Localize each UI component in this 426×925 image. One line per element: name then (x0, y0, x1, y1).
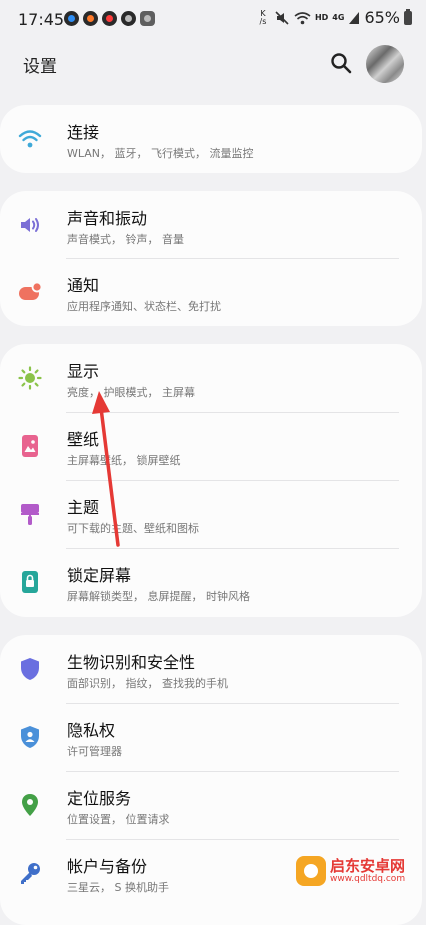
item-subtitle: WLAN， 蓝牙， 飞行模式， 流量监控 (67, 147, 254, 160)
app-notification-icon (140, 11, 155, 26)
app-notification-icon (102, 11, 117, 26)
shield-icon (21, 658, 39, 680)
status-indicators: K/s HD 4G 65% (256, 8, 412, 27)
settings-group-connections: 连接 WLAN， 蓝牙， 飞行模式， 流量监控 (0, 105, 422, 173)
item-subtitle: 许可管理器 (67, 745, 122, 758)
wallpaper-icon (22, 435, 38, 457)
item-subtitle: 应用程序通知、状态栏、免打扰 (67, 300, 221, 313)
item-subtitle: 三星云， S 换机助手 (67, 881, 169, 894)
hd-indicator: HD (314, 13, 329, 22)
battery-percent: 65% (364, 8, 400, 27)
item-title: 定位服务 (67, 789, 132, 808)
item-title: 连接 (67, 123, 100, 142)
app-notification-icon (64, 11, 79, 26)
item-title: 生物识别和安全性 (67, 653, 196, 672)
item-subtitle: 声音模式， 铃声， 音量 (67, 233, 184, 246)
item-title: 隐私权 (67, 721, 116, 740)
settings-item-lock-screen[interactable]: 锁定屏幕 屏幕解锁类型， 息屏提醒， 时钟风格 (0, 548, 422, 616)
item-subtitle: 可下载的主题、壁纸和图标 (67, 522, 199, 535)
item-subtitle: 面部识别， 指纹， 查找我的手机 (67, 677, 228, 690)
watermark-logo-icon (296, 856, 326, 886)
network-speed: K/s (259, 8, 267, 26)
item-title: 声音和振动 (67, 209, 148, 228)
settings-item-biometrics[interactable]: 生物识别和安全性 面部识别， 指纹， 查找我的手机 (0, 635, 422, 703)
item-title: 显示 (67, 362, 100, 381)
notification-icons (64, 11, 155, 26)
key-icon (21, 863, 40, 884)
item-title: 壁纸 (67, 430, 100, 449)
item-title: 通知 (67, 276, 100, 295)
settings-group-sound: 声音和振动 声音模式， 铃声， 音量 通知 应用程序通知、状态栏、免打扰 (0, 191, 422, 326)
settings-item-sound[interactable]: 声音和振动 声音模式， 铃声， 音量 (0, 191, 422, 259)
speaker-icon (21, 218, 39, 232)
settings-item-themes[interactable]: 主题 可下载的主题、壁纸和图标 (0, 480, 422, 548)
signal-icon (349, 11, 360, 24)
page-title: 设置 (23, 57, 57, 77)
app-notification-icon (83, 11, 98, 26)
status-bar: 17:45 K/s HD 4G 65% (0, 0, 426, 40)
item-subtitle: 亮度， 护眼模式， 主屏幕 (67, 386, 195, 399)
item-title: 主题 (67, 498, 100, 517)
search-icon[interactable] (330, 52, 352, 74)
location-icon (22, 794, 38, 816)
settings-group-display: 显示 亮度， 护眼模式， 主屏幕 壁纸 主屏幕壁纸， 锁屏壁纸 主题 可下载的主… (0, 344, 422, 617)
watermark-url: www.qdltdq.com (330, 874, 406, 884)
item-title: 帐户与备份 (67, 857, 148, 876)
notification-icon (19, 281, 42, 300)
app-notification-icon (121, 11, 136, 26)
network-type: 4G (332, 13, 345, 22)
settings-item-display[interactable]: 显示 亮度， 护眼模式， 主屏幕 (0, 344, 422, 412)
wifi-icon (18, 130, 42, 148)
settings-item-location[interactable]: 定位服务 位置设置， 位置请求 (0, 771, 422, 839)
avatar[interactable] (366, 45, 404, 83)
item-subtitle: 主屏幕壁纸， 锁屏壁纸 (67, 454, 181, 467)
settings-item-connections[interactable]: 连接 WLAN， 蓝牙， 飞行模式， 流量监控 (0, 105, 422, 173)
watermark-name: 启东安卓网 (330, 857, 406, 875)
settings-item-wallpaper[interactable]: 壁纸 主屏幕壁纸， 锁屏壁纸 (0, 412, 422, 480)
settings-item-privacy[interactable]: 隐私权 许可管理器 (0, 703, 422, 771)
lock-screen-icon (22, 571, 38, 593)
settings-item-notifications[interactable]: 通知 应用程序通知、状态栏、免打扰 (0, 258, 422, 326)
wifi-status-icon (294, 11, 311, 24)
brightness-icon (18, 366, 42, 390)
item-subtitle: 屏幕解锁类型， 息屏提醒， 时钟风格 (67, 590, 250, 603)
item-subtitle: 位置设置， 位置请求 (67, 813, 170, 826)
mute-icon (275, 10, 289, 25)
item-title: 锁定屏幕 (67, 566, 132, 585)
privacy-icon (21, 726, 39, 748)
watermark: 启东安卓网 www.qdltdq.com (296, 856, 405, 886)
battery-icon (404, 8, 412, 25)
theme-icon (21, 504, 39, 525)
status-time: 17:45 (18, 10, 65, 29)
